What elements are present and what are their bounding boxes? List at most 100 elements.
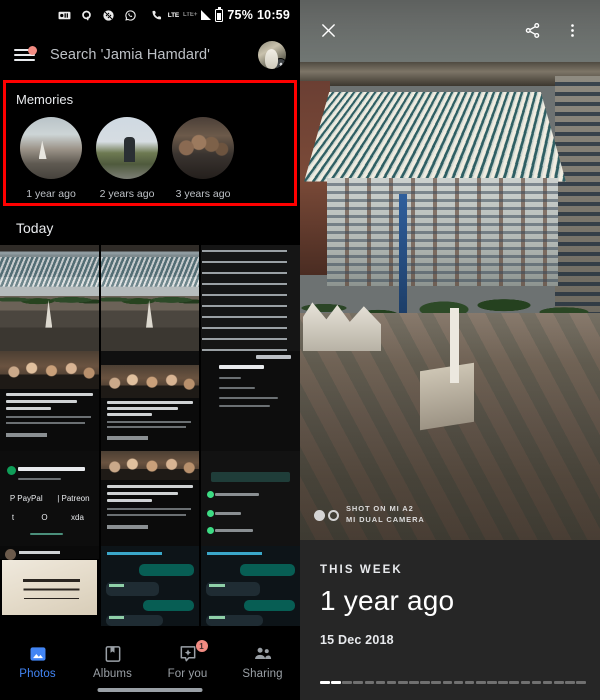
progress-segment[interactable] — [386, 681, 397, 684]
sharing-icon — [252, 644, 274, 664]
photo-cell[interactable] — [201, 451, 300, 546]
photo-cell[interactable] — [100, 351, 200, 451]
app-screen: LTE LTE+ 75% 10:59 Search 'Jamia Hamdard… — [0, 0, 600, 700]
progress-segment[interactable] — [420, 681, 430, 684]
dual-lens-icon — [314, 509, 339, 521]
progress-segment[interactable] — [397, 681, 408, 684]
memories-section: Memories 1 year ago 2 years ago 3 years … — [3, 80, 297, 206]
memory-item-2[interactable]: 2 years ago — [96, 117, 158, 200]
network-type-secondary-label: LTE+ — [183, 12, 198, 18]
memory-thumbnail[interactable] — [96, 117, 158, 179]
photo-grid-row-1 — [0, 245, 300, 351]
whatsapp-icon — [125, 9, 136, 21]
progress-segment[interactable] — [498, 681, 508, 684]
voicemail-icon — [58, 11, 71, 19]
memory-viewer-panel: SHOT ON MI A2 MI DUAL CAMERA THIS WEEK 1… — [300, 0, 600, 700]
network-type-label: LTE — [167, 11, 179, 19]
today-header: Today — [16, 220, 54, 236]
memory-title: 1 year ago — [320, 585, 455, 616]
phone-signal-icon — [152, 10, 161, 19]
progress-segment[interactable] — [464, 681, 475, 684]
memories-row: 1 year ago 2 years ago 3 years ago — [3, 117, 297, 200]
photo-cell[interactable] — [201, 351, 300, 451]
memory-info-panel: THIS WEEK 1 year ago 15 Dec 2018 — [300, 540, 600, 700]
status-bar: LTE LTE+ 75% 10:59 — [0, 0, 300, 30]
progress-segment[interactable] — [320, 681, 330, 684]
progress-segment[interactable] — [531, 681, 542, 684]
memory-label: 1 year ago — [26, 188, 76, 200]
photo-bench — [420, 362, 474, 431]
no-sync-icon — [103, 9, 114, 21]
progress-segment[interactable] — [364, 681, 375, 684]
progress-segment[interactable] — [375, 681, 386, 684]
memory-date: 15 Dec 2018 — [320, 633, 394, 647]
progress-segment[interactable] — [431, 681, 442, 684]
battery-percent-label: 75% — [227, 8, 254, 22]
progress-segment[interactable] — [331, 681, 341, 684]
status-system-icons: LTE LTE+ 75% 10:59 — [151, 6, 290, 22]
search-bar[interactable]: Search 'Jamia Hamdard' — [0, 30, 300, 80]
photo-cell[interactable] — [201, 546, 300, 626]
google-photos-panel: LTE LTE+ 75% 10:59 Search 'Jamia Hamdard… — [0, 0, 300, 700]
nav-item-photos[interactable]: Photos — [0, 644, 75, 680]
memory-thumbnail[interactable] — [20, 117, 82, 179]
memory-kicker: THIS WEEK — [320, 564, 403, 576]
close-icon[interactable] — [314, 16, 342, 44]
memory-label: 2 years ago — [99, 188, 155, 200]
memory-photo[interactable]: SHOT ON MI A2 MI DUAL CAMERA — [300, 0, 600, 540]
signal-bars-icon — [201, 10, 212, 20]
photo-cell[interactable] — [0, 245, 99, 351]
nav-item-sharing[interactable]: Sharing — [225, 644, 300, 680]
quora-icon — [82, 10, 91, 20]
watermark-line-1: SHOT ON MI A2 — [346, 504, 414, 514]
hamburger-menu-icon[interactable] — [14, 46, 37, 63]
photo-cell[interactable] — [201, 245, 300, 351]
photo-grid-row-4 — [0, 546, 300, 626]
nav-item-for-you[interactable]: 1 For you — [150, 640, 225, 680]
photo-cell[interactable] — [100, 245, 200, 351]
progress-segment[interactable] — [453, 681, 464, 684]
battery-icon — [215, 6, 224, 22]
photo-cell[interactable] — [0, 351, 99, 451]
photo-cell[interactable]: P PayPal | Patreon t O xda — [0, 451, 99, 546]
memories-title: Memories — [16, 92, 74, 107]
progress-segment[interactable] — [553, 681, 564, 684]
progress-segment[interactable] — [353, 681, 364, 684]
photo-cell[interactable] — [0, 546, 99, 626]
nav-badge: 1 — [195, 640, 208, 652]
progress-segment[interactable] — [509, 681, 520, 684]
more-vertical-icon[interactable] — [558, 16, 586, 44]
photo-canopy — [304, 92, 566, 182]
photo-grid-row-2 — [0, 351, 300, 451]
nav-label: For you — [167, 668, 208, 680]
search-input[interactable]: Search 'Jamia Hamdard' — [50, 47, 244, 63]
progress-segment[interactable] — [576, 681, 586, 684]
progress-segment[interactable] — [487, 681, 497, 684]
memory-label: 3 years ago — [175, 188, 231, 200]
share-icon[interactable] — [518, 16, 546, 44]
albums-icon — [102, 644, 124, 664]
memory-item-1[interactable]: 1 year ago — [20, 117, 82, 200]
menu-notification-dot — [28, 46, 37, 55]
photo-watermark: SHOT ON MI A2 MI DUAL CAMERA — [314, 504, 425, 526]
story-progress-bar[interactable] — [320, 681, 586, 684]
nav-label: Photos — [19, 668, 56, 680]
progress-segment[interactable] — [542, 681, 553, 684]
photos-icon — [27, 644, 49, 664]
upload-arrow-icon — [274, 58, 286, 69]
gesture-home-bar[interactable] — [97, 688, 203, 692]
memory-item-3[interactable]: 3 years ago — [172, 117, 234, 200]
progress-segment[interactable] — [409, 681, 419, 684]
progress-segment[interactable] — [475, 681, 486, 684]
progress-segment[interactable] — [520, 681, 531, 684]
memory-thumbnail[interactable] — [172, 117, 234, 179]
for-you-icon: 1 — [177, 640, 208, 664]
progress-segment[interactable] — [342, 681, 352, 684]
avatar[interactable] — [258, 41, 286, 69]
photo-cell[interactable] — [100, 546, 200, 626]
progress-segment[interactable] — [565, 681, 575, 684]
photo-cell[interactable] — [100, 451, 200, 546]
progress-segment[interactable] — [442, 681, 453, 684]
photo-slab — [450, 307, 459, 384]
nav-item-albums[interactable]: Albums — [75, 644, 150, 680]
